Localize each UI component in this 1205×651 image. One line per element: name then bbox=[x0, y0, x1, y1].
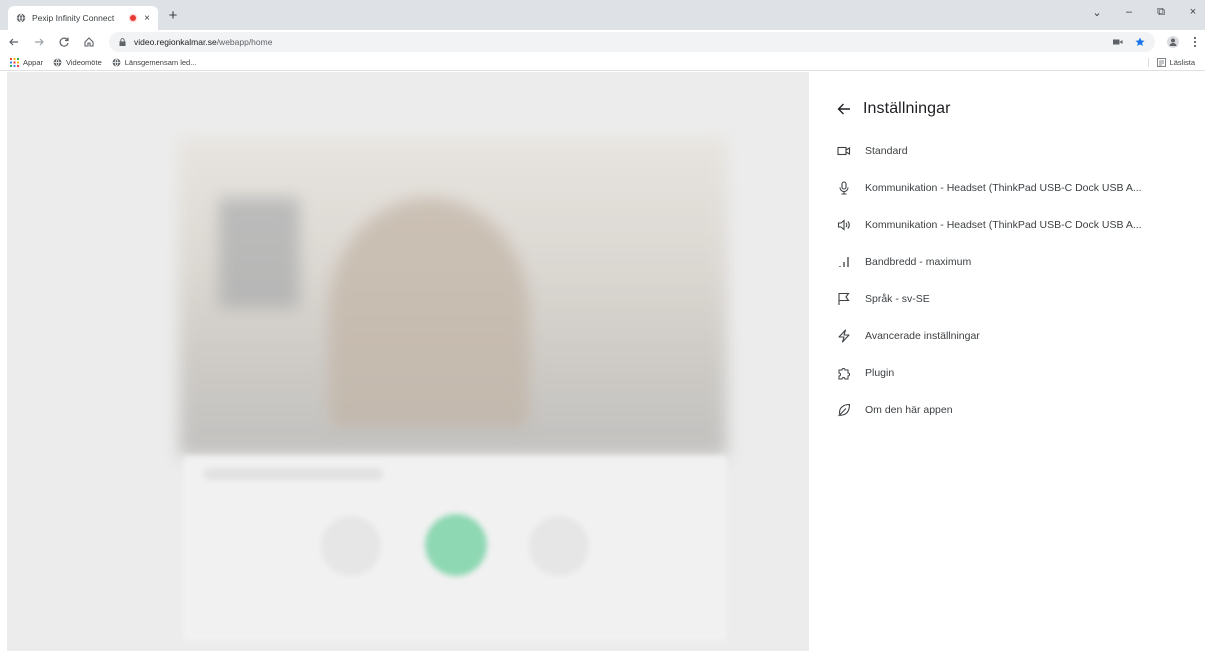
settings-item-camera[interactable]: Standard bbox=[837, 132, 1197, 169]
blurred-call-card bbox=[183, 456, 727, 641]
minimize-button[interactable]: – bbox=[1123, 6, 1135, 19]
arrow-left-icon bbox=[9, 38, 18, 46]
settings-item-label: Kommunikation - Headset (ThinkPad USB-C … bbox=[865, 218, 1142, 231]
blurred-name-placeholder bbox=[203, 468, 383, 480]
bandwidth-icon bbox=[839, 256, 849, 267]
settings-item-microphone[interactable]: Kommunikation - Headset (ThinkPad USB-C … bbox=[837, 169, 1197, 206]
settings-item-about[interactable]: Om den här appen bbox=[837, 391, 1197, 428]
camera-in-use-icon[interactable] bbox=[1113, 38, 1123, 46]
back-arrow-icon[interactable] bbox=[837, 102, 851, 116]
settings-item-label: Avancerade inställningar bbox=[865, 329, 980, 342]
blurred-background-pane[interactable] bbox=[7, 72, 809, 651]
apps-grid-icon bbox=[10, 57, 19, 67]
settings-item-speaker[interactable]: Kommunikation - Headset (ThinkPad USB-C … bbox=[837, 206, 1197, 243]
window-controls: ⌄ – ⧉ × bbox=[1091, 6, 1199, 19]
bookmark-lansgemensam[interactable]: Länsgemensam led... bbox=[112, 57, 197, 67]
app-content: Inställningar Standard Kommunikation - H… bbox=[0, 72, 1205, 651]
profile-avatar-icon[interactable] bbox=[1167, 36, 1179, 48]
bookmark-videomote[interactable]: Videomöte bbox=[53, 58, 102, 67]
settings-item-label: Plugin bbox=[865, 366, 895, 379]
bookmarks-bar: Appar Videomöte Länsgemensam led... Läsl… bbox=[0, 54, 1205, 71]
kebab-menu-icon[interactable] bbox=[1193, 36, 1197, 48]
settings-item-advanced[interactable]: Avancerade inställningar bbox=[837, 317, 1197, 354]
bookmark-label: Videomöte bbox=[66, 57, 102, 67]
nav-buttons bbox=[8, 36, 97, 48]
puzzle-icon bbox=[838, 367, 850, 379]
tab-title: Pexip Infinity Connect bbox=[32, 13, 115, 23]
bookmark-label: Länsgemensam led... bbox=[124, 57, 197, 67]
blurred-join-button bbox=[425, 514, 487, 576]
address-bar[interactable]: video.regionkalmar.se /webapp/home bbox=[109, 32, 1155, 52]
settings-header: Inställningar bbox=[837, 100, 951, 118]
settings-title: Inställningar bbox=[863, 100, 951, 117]
settings-item-bandwidth[interactable]: Bandbredd - maximum bbox=[837, 243, 1197, 280]
tab-strip: Pexip Infinity Connect × + ⌄ – ⧉ × bbox=[0, 0, 1205, 30]
back-nav-button[interactable] bbox=[8, 36, 22, 48]
settings-item-label: Om den här appen bbox=[865, 403, 953, 416]
home-button[interactable] bbox=[83, 36, 97, 48]
settings-item-label: Bandbredd - maximum bbox=[865, 255, 972, 268]
bookmark-star-icon[interactable] bbox=[1135, 37, 1145, 47]
omnibox-actions bbox=[1113, 37, 1145, 47]
globe-icon bbox=[112, 58, 121, 66]
microphone-icon bbox=[839, 180, 849, 195]
blurred-button bbox=[529, 516, 589, 576]
arrow-right-icon bbox=[35, 38, 44, 46]
lightning-icon bbox=[838, 328, 850, 343]
lock-icon bbox=[119, 38, 126, 46]
preview-person-shape bbox=[329, 198, 529, 428]
settings-list: Standard Kommunikation - Headset (ThinkP… bbox=[837, 132, 1197, 428]
close-window-button[interactable]: × bbox=[1187, 6, 1199, 19]
reload-icon bbox=[59, 37, 69, 47]
camera-preview bbox=[179, 138, 727, 456]
flag-icon bbox=[838, 292, 850, 305]
settings-item-label: Standard bbox=[865, 144, 908, 157]
browser-toolbar: video.regionkalmar.se /webapp/home bbox=[0, 30, 1205, 54]
recording-indicator-icon bbox=[130, 15, 137, 21]
home-icon bbox=[84, 37, 94, 47]
settings-item-language[interactable]: Språk - sv-SE bbox=[837, 280, 1197, 317]
browser-tab[interactable]: Pexip Infinity Connect × bbox=[8, 6, 158, 30]
globe-icon bbox=[53, 58, 62, 66]
forward-nav-button[interactable] bbox=[33, 36, 47, 48]
leaf-icon bbox=[838, 403, 851, 416]
camera-icon bbox=[837, 146, 851, 155]
browser-window: Pexip Infinity Connect × + ⌄ – ⧉ × video… bbox=[0, 0, 1205, 651]
bookmark-label: Appar bbox=[23, 57, 44, 67]
settings-item-plugin[interactable]: Plugin bbox=[837, 354, 1197, 391]
blurred-button bbox=[321, 516, 381, 576]
tab-search-button[interactable]: ⌄ bbox=[1091, 6, 1103, 19]
url-path: /webapp/home bbox=[216, 37, 273, 47]
reload-button[interactable] bbox=[58, 36, 72, 48]
settings-panel: Inställningar Standard Kommunikation - H… bbox=[809, 72, 1205, 651]
reading-list-button[interactable]: Läslista bbox=[1147, 57, 1195, 67]
preview-background-shape bbox=[219, 198, 299, 308]
toolbar-right bbox=[1167, 36, 1197, 48]
url-host: video.regionkalmar.se bbox=[134, 37, 217, 47]
settings-item-label: Kommunikation - Headset (ThinkPad USB-C … bbox=[865, 181, 1142, 194]
new-tab-button[interactable]: + bbox=[164, 7, 182, 25]
tab-close-button[interactable]: × bbox=[144, 13, 150, 24]
settings-item-label: Språk - sv-SE bbox=[865, 292, 930, 305]
bookmark-apps[interactable]: Appar bbox=[10, 57, 44, 67]
restore-button[interactable]: ⧉ bbox=[1155, 6, 1167, 19]
speaker-icon bbox=[837, 218, 850, 231]
reading-list-label: Läslista bbox=[1169, 57, 1195, 67]
globe-icon bbox=[16, 13, 26, 23]
reading-list-icon bbox=[1156, 57, 1166, 67]
